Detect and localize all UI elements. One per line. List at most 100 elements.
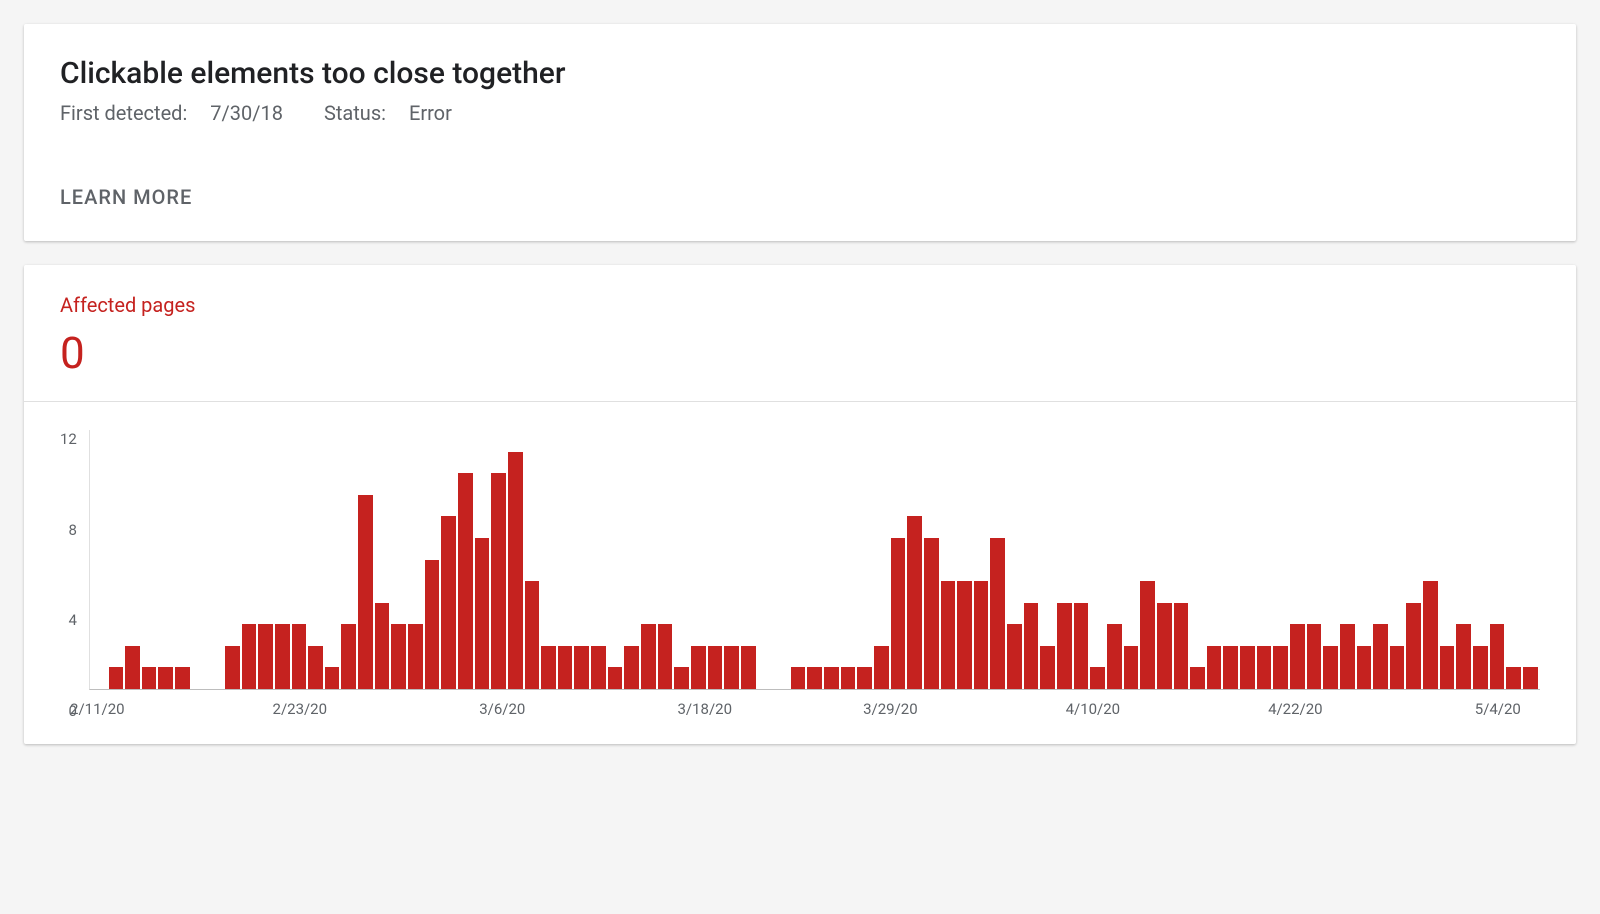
bar[interactable] xyxy=(608,667,623,689)
bar[interactable] xyxy=(841,667,856,689)
bar[interactable] xyxy=(1307,624,1322,689)
plot-wrap: 2/11/202/23/203/6/203/18/203/29/204/10/2… xyxy=(89,430,1540,720)
bar[interactable] xyxy=(1074,603,1089,689)
bar[interactable] xyxy=(525,581,540,689)
bar[interactable] xyxy=(142,667,157,689)
bar[interactable] xyxy=(341,624,356,689)
bar[interactable] xyxy=(641,624,656,689)
bar[interactable] xyxy=(674,667,689,689)
bar[interactable] xyxy=(391,624,406,689)
bar[interactable] xyxy=(708,646,723,689)
bar[interactable] xyxy=(1040,646,1055,689)
bar[interactable] xyxy=(425,560,440,690)
bar[interactable] xyxy=(1157,603,1172,689)
bar[interactable] xyxy=(1190,667,1205,689)
x-tick: 4/22/20 xyxy=(1268,700,1323,718)
bar[interactable] xyxy=(1340,624,1355,689)
bar[interactable] xyxy=(458,473,473,689)
bar[interactable] xyxy=(741,646,756,689)
bar[interactable] xyxy=(175,667,190,689)
bar[interactable] xyxy=(1024,603,1039,689)
bar[interactable] xyxy=(158,667,173,689)
bar[interactable] xyxy=(824,667,839,689)
bar[interactable] xyxy=(874,646,889,689)
bar[interactable] xyxy=(791,667,806,689)
issue-summary-card: Clickable elements too close together Fi… xyxy=(24,24,1576,241)
bar[interactable] xyxy=(1057,603,1072,689)
chart-header: Affected pages 0 xyxy=(24,265,1576,402)
bar[interactable] xyxy=(974,581,989,689)
bar[interactable] xyxy=(1290,624,1305,689)
status: Status: Error xyxy=(324,101,470,125)
bar[interactable] xyxy=(508,452,523,689)
bar[interactable] xyxy=(109,667,124,689)
y-axis: 12840 xyxy=(60,430,89,720)
bar[interactable] xyxy=(941,581,956,689)
bar[interactable] xyxy=(325,667,340,689)
bar[interactable] xyxy=(1007,624,1022,689)
bar[interactable] xyxy=(591,646,606,689)
bar[interactable] xyxy=(924,538,939,689)
bar[interactable] xyxy=(1090,667,1105,689)
bar[interactable] xyxy=(724,646,739,689)
bar[interactable] xyxy=(242,624,257,689)
bar[interactable] xyxy=(292,624,307,689)
bar[interactable] xyxy=(1124,646,1139,689)
bar[interactable] xyxy=(1423,581,1438,689)
issue-meta: First detected: 7/30/18 Status: Error xyxy=(60,101,1540,125)
bar[interactable] xyxy=(558,646,573,689)
bar[interactable] xyxy=(807,667,822,689)
first-detected: First detected: 7/30/18 xyxy=(60,101,306,125)
bar[interactable] xyxy=(1506,667,1521,689)
bar[interactable] xyxy=(1273,646,1288,689)
bar[interactable] xyxy=(275,624,290,689)
bar[interactable] xyxy=(1490,624,1505,689)
bar[interactable] xyxy=(1440,646,1455,689)
bar[interactable] xyxy=(1456,624,1471,689)
bar[interactable] xyxy=(375,603,390,689)
bar[interactable] xyxy=(308,646,323,689)
x-tick: 3/18/20 xyxy=(677,700,732,718)
x-tick: 5/4/20 xyxy=(1475,700,1521,718)
bar[interactable] xyxy=(1323,646,1338,689)
bar[interactable] xyxy=(1406,603,1421,689)
bar[interactable] xyxy=(624,646,639,689)
bar[interactable] xyxy=(1473,646,1488,689)
bar-plot[interactable] xyxy=(89,430,1540,690)
bar[interactable] xyxy=(990,538,1005,689)
affected-pages-card: Affected pages 0 12840 2/11/202/23/203/6… xyxy=(24,265,1576,744)
bar[interactable] xyxy=(658,624,673,689)
bar[interactable] xyxy=(225,646,240,689)
bar[interactable] xyxy=(125,646,140,689)
bar[interactable] xyxy=(1140,581,1155,689)
x-tick: 3/29/20 xyxy=(863,700,918,718)
y-tick: 8 xyxy=(68,521,76,539)
learn-more-link[interactable]: LEARN MORE xyxy=(60,185,1540,209)
bar[interactable] xyxy=(691,646,706,689)
bar[interactable] xyxy=(1390,646,1405,689)
bar[interactable] xyxy=(1223,646,1238,689)
bar[interactable] xyxy=(1207,646,1222,689)
bar[interactable] xyxy=(358,495,373,689)
bar[interactable] xyxy=(541,646,556,689)
x-axis: 2/11/202/23/203/6/203/18/203/29/204/10/2… xyxy=(89,700,1540,720)
chart-current-value: 0 xyxy=(60,327,1540,379)
bar[interactable] xyxy=(1174,603,1189,689)
bar[interactable] xyxy=(441,516,456,689)
bar[interactable] xyxy=(1240,646,1255,689)
bar[interactable] xyxy=(574,646,589,689)
chart-body: 12840 2/11/202/23/203/6/203/18/203/29/20… xyxy=(24,402,1576,744)
bar[interactable] xyxy=(1357,646,1372,689)
bar[interactable] xyxy=(1373,624,1388,689)
bar[interactable] xyxy=(957,581,972,689)
bar[interactable] xyxy=(1107,624,1122,689)
bar[interactable] xyxy=(491,473,506,689)
bar[interactable] xyxy=(857,667,872,689)
bar[interactable] xyxy=(907,516,922,689)
bar[interactable] xyxy=(408,624,423,689)
bar[interactable] xyxy=(891,538,906,689)
bar[interactable] xyxy=(475,538,490,689)
bar[interactable] xyxy=(1257,646,1272,689)
bar[interactable] xyxy=(1523,667,1538,689)
bar[interactable] xyxy=(258,624,273,689)
